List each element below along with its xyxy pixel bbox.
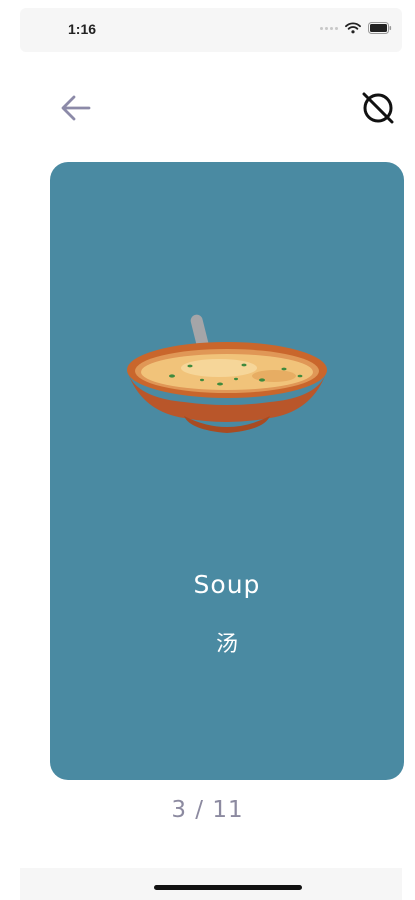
word-english: Soup: [193, 570, 261, 599]
status-bar: 1:16: [20, 8, 402, 52]
no-image-toggle-icon: [362, 92, 394, 124]
arrow-left-icon: [61, 95, 91, 121]
flashcard[interactable]: Soup 汤: [50, 162, 404, 780]
wifi-icon: [345, 22, 361, 34]
bottom-bar: [20, 868, 402, 900]
page-counter: 3 / 11: [171, 797, 244, 823]
status-time: 1:16: [68, 21, 97, 37]
soup-bowl-illustration: [127, 314, 327, 433]
home-indicator[interactable]: [154, 885, 302, 890]
cellular-signal-icon: [320, 26, 338, 30]
status-icons: [320, 22, 392, 34]
word-chinese: 汤: [215, 632, 238, 657]
back-button[interactable]: [58, 90, 94, 126]
battery-icon: [368, 22, 392, 34]
image-toggle-button[interactable]: [356, 86, 400, 130]
